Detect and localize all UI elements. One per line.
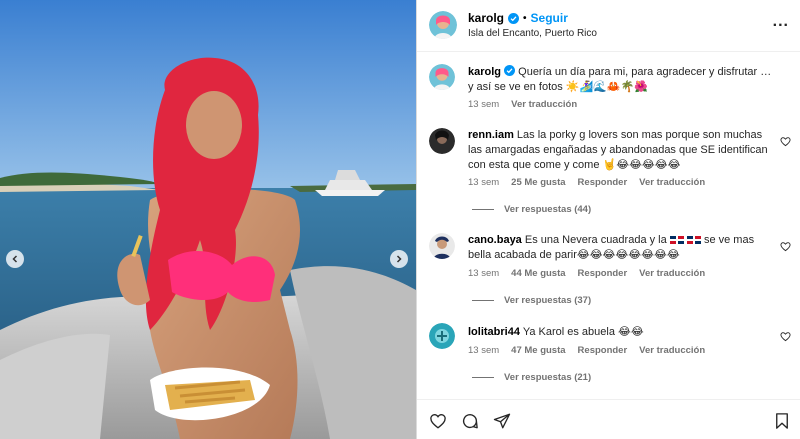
heart-icon[interactable]	[429, 412, 447, 430]
translate-link[interactable]: Ver traducción	[639, 177, 705, 188]
caption-translate-link[interactable]: Ver traducción	[511, 99, 577, 110]
beach-photo-illustration	[0, 0, 416, 439]
view-replies-button[interactable]: Ver respuestas (37)	[472, 295, 591, 306]
comment-meta: 13 sem 47 Me gusta Responder Ver traducc…	[468, 345, 705, 356]
previous-photo-button[interactable]	[6, 250, 24, 268]
comment-text-block: lolitabri44 Ya Karol es abuela 😂😂	[468, 325, 777, 340]
caption-meta: 13 sem Ver traducción	[468, 99, 577, 110]
author-avatar[interactable]	[429, 11, 457, 39]
commenter-avatar[interactable]	[429, 128, 455, 154]
commenter-avatar[interactable]	[429, 323, 455, 349]
author-username[interactable]: karolg	[468, 11, 504, 25]
translate-link[interactable]: Ver traducción	[639, 345, 705, 356]
comment-likes[interactable]: 47 Me gusta	[511, 345, 565, 356]
post-caption: karolg Quería un día para mi, para agrad…	[417, 62, 800, 117]
replies-divider	[472, 377, 494, 378]
post-photo[interactable]	[0, 0, 416, 439]
comment-like-heart-icon[interactable]	[780, 331, 791, 342]
author-name-row: karolg • Seguir	[468, 11, 568, 25]
caption-text-block: karolg Quería un día para mi, para agrad…	[468, 65, 777, 95]
commenter-username[interactable]: lolitabri44	[468, 326, 520, 338]
comment-meta: 13 sem 25 Me gusta Responder Ver traducc…	[468, 177, 705, 188]
post-header: karolg • Seguir Isla del Encanto, Puerto…	[417, 0, 800, 52]
commenter-username[interactable]: cano.baya	[468, 234, 522, 246]
comment-item: lolitabri44 Ya Karol es abuela 😂😂 13 sem…	[417, 323, 800, 393]
separator-dot: •	[523, 12, 527, 24]
next-photo-button[interactable]	[390, 250, 408, 268]
comment-icon[interactable]	[461, 412, 479, 430]
comment-likes[interactable]: 44 Me gusta	[511, 268, 565, 279]
comment-likes[interactable]: 25 Me gusta	[511, 177, 565, 188]
translate-link[interactable]: Ver traducción	[639, 268, 705, 279]
post-details-panel: karolg • Seguir Isla del Encanto, Puerto…	[416, 0, 800, 439]
view-replies-label: Ver respuestas (37)	[504, 295, 592, 306]
replies-divider	[472, 209, 494, 210]
comment-item: renn.iam Las la porky g lovers son mas p…	[417, 128, 800, 223]
chevron-left-icon	[12, 255, 18, 263]
view-replies-label: Ver respuestas (44)	[504, 204, 592, 215]
verified-badge-icon	[508, 12, 520, 24]
caption-avatar[interactable]	[429, 64, 455, 90]
caption-time[interactable]: 13 sem	[468, 99, 499, 110]
reply-button[interactable]: Responder	[578, 345, 628, 356]
caption-username[interactable]: karolg	[468, 66, 501, 78]
post-action-bar	[417, 399, 800, 439]
comment-time[interactable]: 13 sem	[468, 177, 499, 188]
view-replies-button[interactable]: Ver respuestas (21)	[472, 372, 591, 383]
comment-text: Ya Karol es abuela 😂😂	[522, 326, 644, 338]
comment-text-block: cano.baya Es una Nevera cuadrada y la se…	[468, 233, 777, 263]
view-replies-label: Ver respuestas (21)	[504, 372, 592, 383]
comment-like-heart-icon[interactable]	[780, 136, 791, 147]
comment-text-start: Es una Nevera cuadrada y la	[524, 234, 667, 246]
share-icon[interactable]	[493, 412, 511, 430]
view-replies-button[interactable]: Ver respuestas (44)	[472, 204, 591, 215]
dominican-flag-icon	[669, 236, 684, 245]
reply-button[interactable]: Responder	[578, 177, 628, 188]
commenter-username[interactable]: renn.iam	[468, 129, 514, 141]
bookmark-icon[interactable]	[773, 412, 791, 430]
post-location[interactable]: Isla del Encanto, Puerto Rico	[468, 28, 597, 39]
comment-like-heart-icon[interactable]	[780, 241, 791, 252]
verified-badge-icon	[504, 65, 516, 76]
chevron-right-icon	[396, 255, 402, 263]
more-options-icon[interactable]: ...	[773, 14, 789, 30]
commenter-avatar[interactable]	[429, 233, 455, 259]
comment-item: cano.baya Es una Nevera cuadrada y la se…	[417, 233, 800, 313]
comment-time[interactable]: 13 sem	[468, 345, 499, 356]
comment-text-block: renn.iam Las la porky g lovers son mas p…	[468, 128, 777, 173]
follow-button[interactable]: Seguir	[531, 11, 568, 25]
reply-button[interactable]: Responder	[578, 268, 628, 279]
dominican-flag-icon	[686, 236, 701, 245]
comment-time[interactable]: 13 sem	[468, 268, 499, 279]
replies-divider	[472, 300, 494, 301]
comment-meta: 13 sem 44 Me gusta Responder Ver traducc…	[468, 268, 705, 279]
